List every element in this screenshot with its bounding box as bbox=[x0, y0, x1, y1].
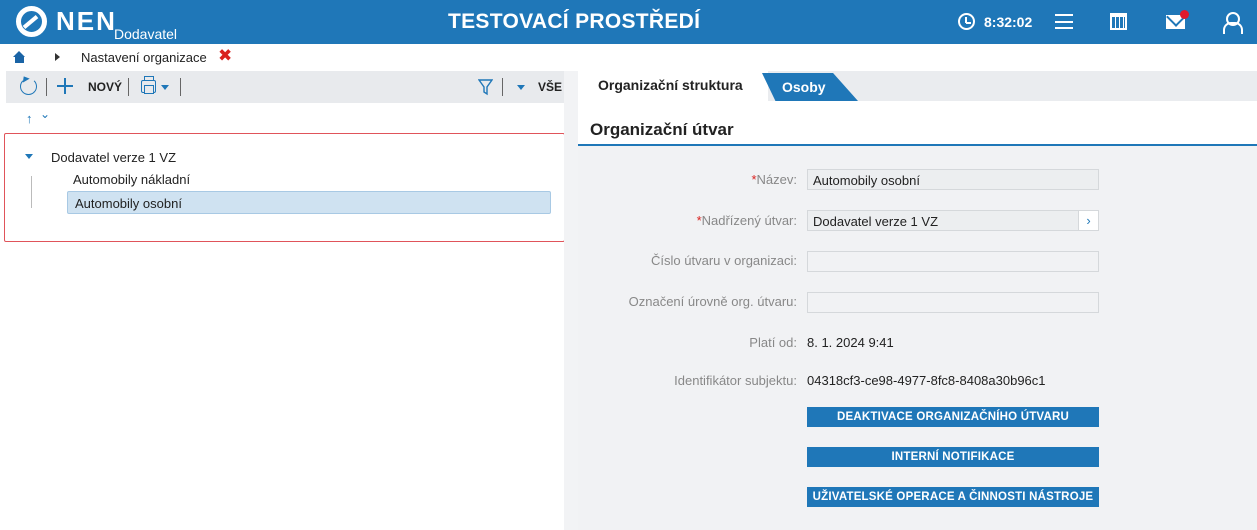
organization-tree: Dodavatel verze 1 VZ Automobily nákladní… bbox=[4, 133, 565, 242]
environment-title: TESTOVACÍ PROSTŘEDÍ bbox=[448, 10, 701, 33]
tree-node-selected[interactable]: Automobily osobní bbox=[67, 191, 551, 214]
tab-organizational-structure[interactable]: Organizační struktura bbox=[578, 71, 768, 101]
field-label-unit-number: Číslo útvaru v organizaci: bbox=[651, 253, 797, 268]
chevron-right-icon bbox=[55, 53, 60, 61]
parent-unit-value: Dodavatel verze 1 VZ bbox=[813, 214, 939, 229]
collapse-toggle-icon[interactable] bbox=[25, 154, 33, 159]
nen-logo-icon[interactable] bbox=[16, 6, 47, 37]
tree-guide-line bbox=[31, 176, 32, 208]
tree-node[interactable]: Automobily nákladní bbox=[73, 172, 190, 187]
plus-icon[interactable] bbox=[57, 78, 73, 94]
close-icon[interactable]: ✖ bbox=[218, 46, 232, 66]
calendar-icon[interactable] bbox=[1110, 13, 1127, 30]
deactivate-unit-button[interactable]: DEAKTIVACE ORGANIZAČNÍHO ÚTVARU bbox=[807, 407, 1099, 427]
field-label-unit-level: Označení úrovně org. útvaru: bbox=[628, 294, 797, 309]
tab-label[interactable]: Osoby bbox=[782, 79, 826, 95]
chevron-down-icon[interactable] bbox=[161, 85, 169, 90]
notification-dot bbox=[1180, 10, 1189, 19]
field-label-name: *Název: bbox=[751, 172, 797, 187]
field-label-parent-unit: *Nadřízený útvar: bbox=[696, 213, 797, 228]
breadcrumb-item[interactable]: Nastavení organizace bbox=[81, 50, 207, 65]
toolbar-divider bbox=[128, 78, 129, 96]
new-button[interactable]: NOVÝ bbox=[88, 80, 122, 94]
subject-id-value: 04318cf3-ce98-4977-8fc8-8408a30b96c1 bbox=[807, 373, 1046, 388]
field-label-valid-from: Platí od: bbox=[749, 335, 797, 350]
refresh-icon[interactable] bbox=[20, 78, 37, 95]
user-operations-button[interactable]: UŽIVATELSKÉ OPERACE A ČINNOSTI NÁSTROJE bbox=[807, 487, 1099, 507]
expand-down-icon[interactable]: ⌄ bbox=[40, 107, 50, 121]
filter-all-button[interactable]: VŠE bbox=[538, 80, 562, 94]
tabs-bar: Organizační struktura Osoby bbox=[578, 71, 1257, 101]
chevron-down-icon[interactable] bbox=[517, 85, 525, 90]
brand-subtitle: Dodavatel bbox=[114, 26, 178, 42]
filter-icon[interactable] bbox=[477, 79, 494, 96]
clock-icon bbox=[958, 13, 975, 30]
tree-panel: NOVÝ VŠE ↑ ⌄ Dodavatel verze 1 VZ Automo… bbox=[4, 71, 565, 530]
unit-level-field[interactable] bbox=[807, 292, 1099, 313]
section-title: Organizační útvar bbox=[590, 120, 734, 139]
breadcrumb: Nastavení organizace ✖ bbox=[0, 44, 1257, 71]
panel-divider[interactable] bbox=[564, 71, 578, 530]
user-icon[interactable] bbox=[1223, 12, 1243, 34]
unit-form: *Název: Automobily osobní *Nadřízený útv… bbox=[578, 146, 1257, 530]
print-icon[interactable] bbox=[141, 76, 156, 94]
session-time: 8:32:02 bbox=[984, 14, 1033, 30]
toolbar-divider bbox=[46, 78, 47, 96]
home-icon[interactable] bbox=[13, 51, 26, 63]
valid-from-value: 8. 1. 2024 9:41 bbox=[807, 335, 894, 350]
brand-name: NEN bbox=[56, 6, 117, 36]
tab-label: Organizační struktura bbox=[598, 77, 743, 93]
tree-toolbar: NOVÝ VŠE bbox=[6, 71, 564, 103]
name-field[interactable]: Automobily osobní bbox=[807, 169, 1099, 190]
chevron-right-icon[interactable]: › bbox=[1078, 210, 1099, 231]
toolbar-divider bbox=[502, 78, 503, 96]
parent-unit-field[interactable]: Dodavatel verze 1 VZ › bbox=[807, 210, 1099, 231]
tree-node-root[interactable]: Dodavatel verze 1 VZ bbox=[51, 150, 176, 165]
detail-panel: Organizační struktura Osoby Organizační … bbox=[578, 71, 1257, 530]
internal-notification-button[interactable]: INTERNÍ NOTIFIKACE bbox=[807, 447, 1099, 467]
field-label-subject-id: Identifikátor subjektu: bbox=[674, 373, 797, 388]
top-bar: NEN Dodavatel TESTOVACÍ PROSTŘEDÍ 8:32:0… bbox=[0, 0, 1257, 44]
unit-number-field[interactable] bbox=[807, 251, 1099, 272]
toolbar-divider bbox=[180, 78, 181, 96]
sort-up-icon[interactable]: ↑ bbox=[26, 111, 33, 126]
menu-icon[interactable] bbox=[1055, 14, 1073, 29]
